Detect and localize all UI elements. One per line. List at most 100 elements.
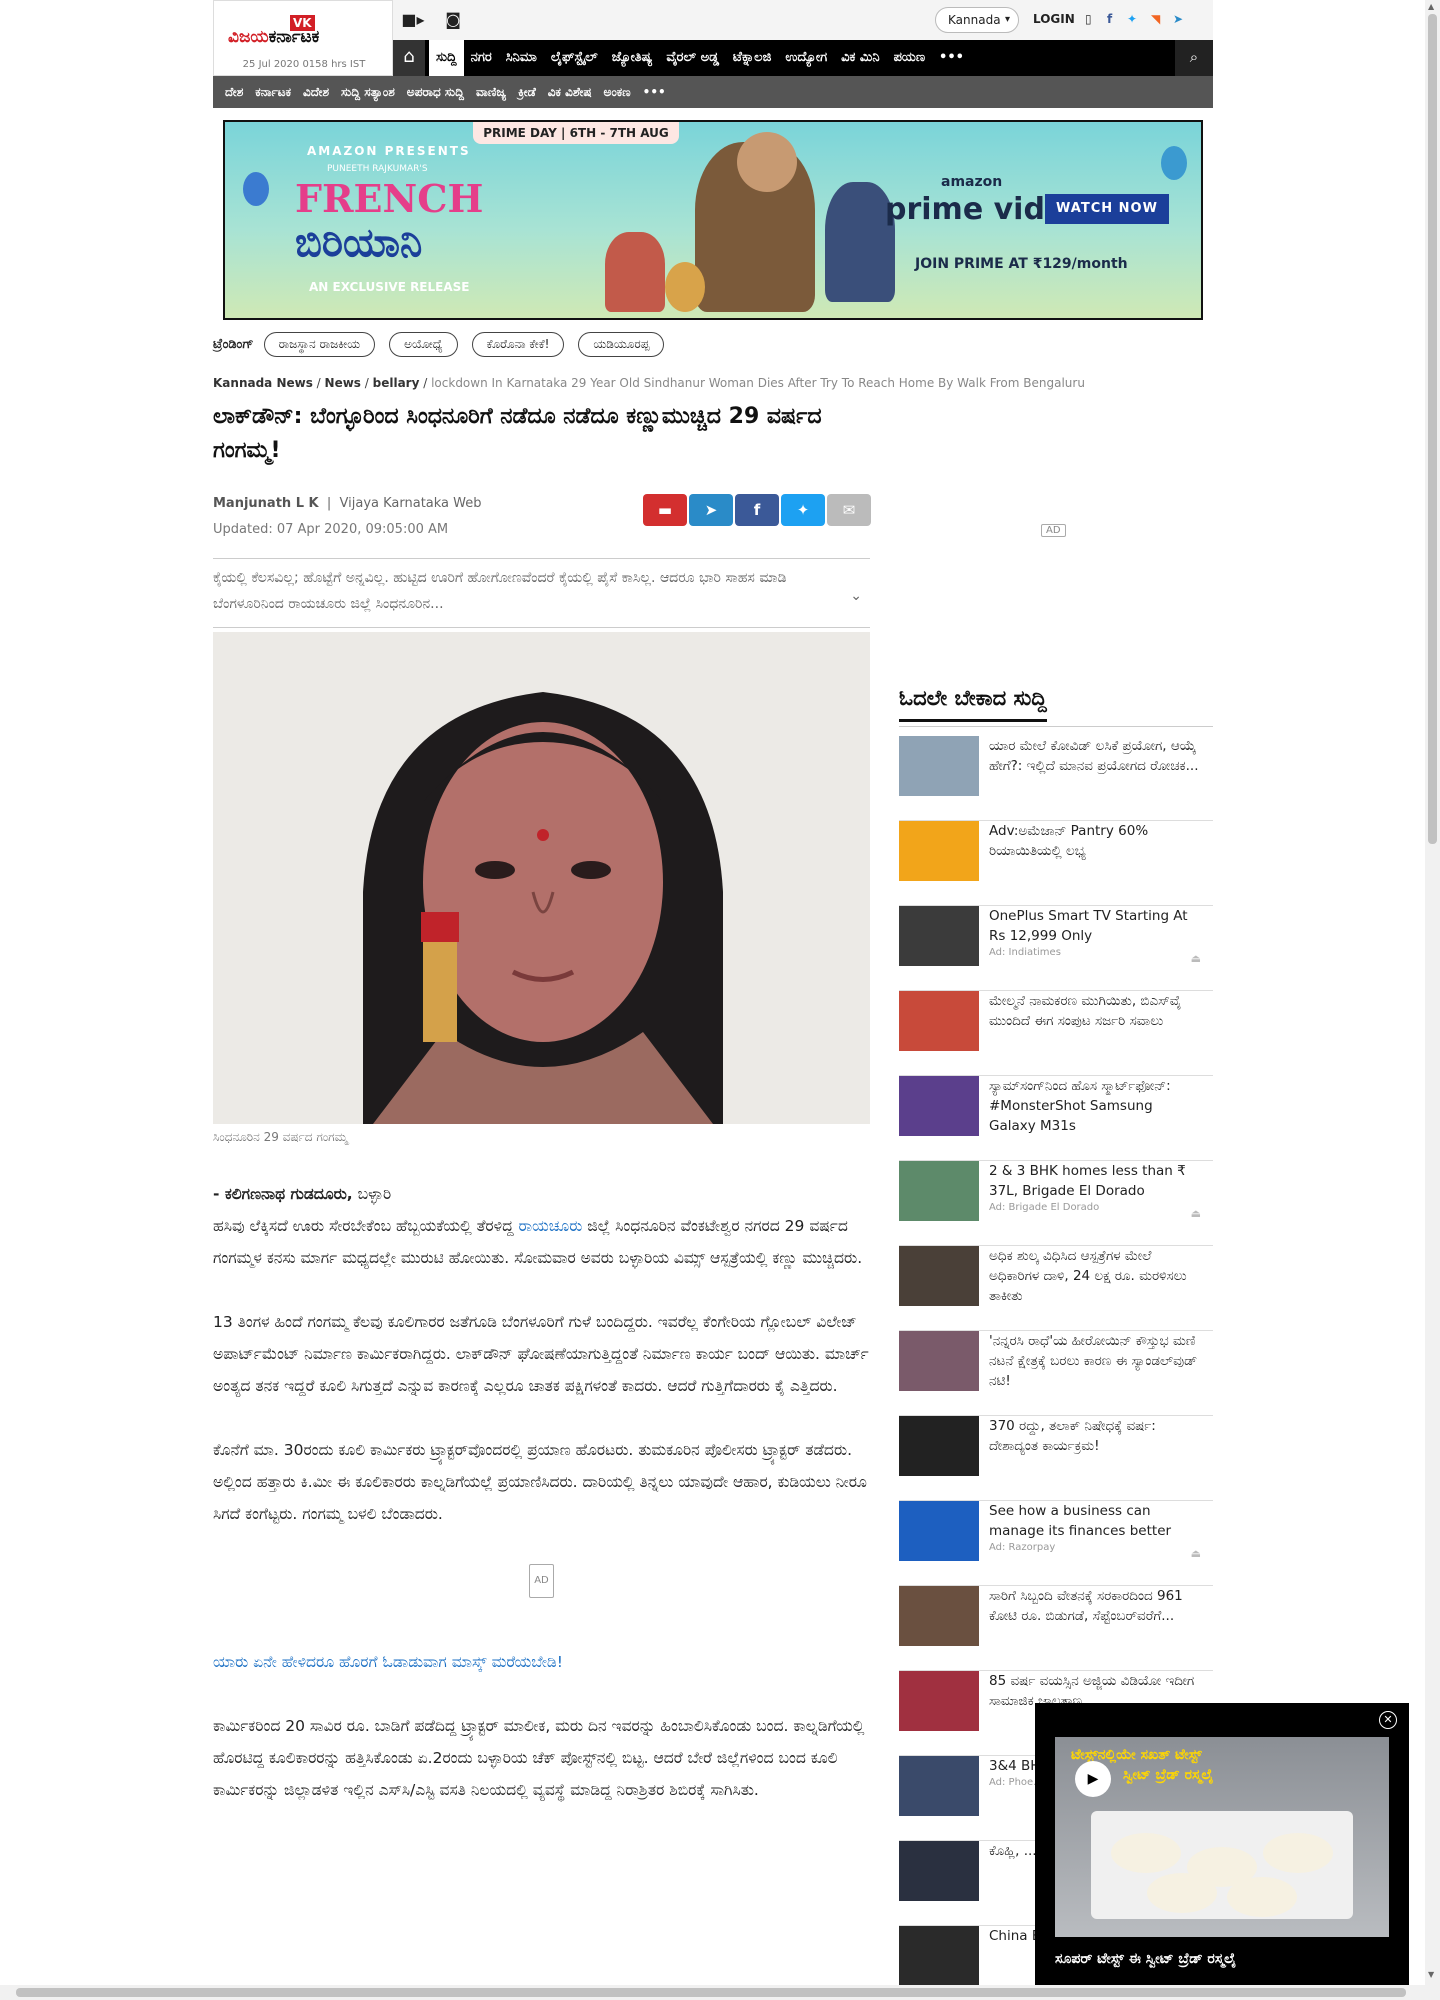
related-article-link[interactable]: ಯಾರು ಏನೇ ಹೇಳಿದರೂ ಹೊರಗೆ ಓಡಾಡುವಾಗ ಮಾಸ್ಕ್ ಮ…	[213, 1646, 870, 1678]
video-player[interactable]: ಟೇಸ್ಟ್‌ನಲ್ಲಿಯೇ ಸಖತ್ ಟೇಸ್ಟ್ ಸ್ವೀಟ್ ಬ್ರೆಡ್ …	[1055, 1737, 1389, 1937]
subnav-item[interactable]: •••	[637, 76, 672, 108]
subnav-item[interactable]: ದೇಶ	[219, 76, 249, 108]
chevron-down-icon[interactable]: ⌄	[850, 583, 862, 609]
author-link[interactable]: Manjunath L K	[213, 496, 319, 511]
subnav-item[interactable]: ಅಪರಾಧ ಸುದ್ದಿ	[401, 76, 470, 108]
nav-item[interactable]: ವಿಕ ಮಿನಿ	[834, 40, 886, 76]
thumbnail	[899, 1671, 979, 1731]
watch-now-button[interactable]: WATCH NOW	[1045, 194, 1169, 224]
subnav-item[interactable]: ಸುದ್ದಿ ಸತ್ಯಾಂಶ	[335, 76, 401, 108]
search-icon[interactable]: ⌕	[1175, 40, 1213, 76]
play-icon[interactable]: ▶	[1075, 1761, 1111, 1797]
trending-pill[interactable]: ಕೊರೊನಾ ಕೇಕೆ!	[471, 332, 565, 357]
vertical-scrollbar[interactable]: ▲ ▼	[1425, 0, 1440, 2000]
breadcrumb-current: lockdown In Karnataka 29 Year Old Sindha…	[431, 376, 1085, 390]
nav-item[interactable]: ಪಯಣ	[887, 40, 932, 76]
nav-item[interactable]: ಜ್ಯೋತಿಷ್ಯ	[605, 40, 660, 76]
inline-link[interactable]: ರಾಯಚೂರು	[518, 1217, 582, 1235]
login-link[interactable]: LOGIN	[1033, 12, 1075, 26]
subnav-item[interactable]: ಕ್ರೀಡೆ	[512, 76, 542, 108]
list-item[interactable]: ⏏ OnePlus Smart TV Starting At Rs 12,999 …	[899, 906, 1213, 991]
twitter-share-icon[interactable]: ✦	[781, 494, 825, 526]
horizontal-scrollbar[interactable]	[0, 1985, 1425, 2000]
subnav-item[interactable]: ವಾಣಿಜ್ಯ	[470, 76, 512, 108]
breadcrumb-item[interactable]: Kannada News	[213, 376, 313, 390]
list-item[interactable]: 'ನನ್ನರಸಿ ರಾಧೆ'ಯ ಹೀರೋಯಿನ್ ಕೌಸ್ತುಭ ಮಣಿ ನಟನ…	[899, 1331, 1213, 1416]
sidebar: AD ಓದಲೇ ಬೇಕಾದ ಸುದ್ದಿ ಯಾರ ಮೇಲೆ ಕೋವಿಡ್ ಲಸಿ…	[899, 440, 1213, 1986]
sidebar-ad[interactable]: AD	[899, 440, 1213, 620]
thumbnail	[899, 1841, 979, 1901]
trending-pill[interactable]: ಅಯೋಧ್ಯೆ	[389, 332, 458, 357]
page: VK ವಿಜಯಕರ್ನಾಟಕ 25 Jul 2020 0158 hrs IST …	[213, 0, 1213, 1986]
list-item-title: ಸಾರಿಗೆ ಸಿಬ್ಬಂದಿ ವೇತನಕ್ಕೆ ಸರಕಾರದಿಂದ 961 ಕ…	[989, 1588, 1183, 1624]
list-item-title: See how a business can manage its financ…	[989, 1501, 1199, 1555]
breadcrumb-item[interactable]: bellary	[373, 376, 420, 390]
nav-item[interactable]: ವೈರಲ್ ಅಡ್ಡ	[659, 40, 726, 76]
twitter-icon[interactable]: ✦	[1127, 12, 1137, 26]
banner-exclusive: AN EXCLUSIVE RELEASE	[309, 280, 470, 294]
nav-item[interactable]: ಲೈಫ್‌ಸ್ಟೈಲ್	[544, 40, 605, 76]
video-icon[interactable]: ■▸	[401, 10, 425, 29]
ad-label: AD	[1041, 524, 1066, 537]
site-logo[interactable]: VK ವಿಜಯಕರ್ನಾಟಕ 25 Jul 2020 0158 hrs IST	[213, 0, 393, 76]
list-item[interactable]: 370 ರದ್ದು, ತಲಾಕ್ ನಿಷೇಧಕ್ಕೆ ವರ್ಷ: ದೇಶಾದ್ಯ…	[899, 1416, 1213, 1501]
mail-share-icon[interactable]: ✉	[827, 494, 871, 526]
list-item[interactable]: ಅಧಿಕ ಶುಲ್ಕ ವಿಧಿಸಿದ ಆಸ್ಪತ್ರೆಗಳ ಮೇಲೆ ಅಧಿಕಾ…	[899, 1246, 1213, 1331]
thumbnail	[899, 821, 979, 881]
thumbnail	[899, 991, 979, 1051]
article-body: - ಕಲಿಗಣನಾಥ ಗುಡದೂರು, ಬಳ್ಳಾರಿ ಹಸಿವು ಲೆಕ್ಕಿಸ…	[213, 1178, 870, 1838]
thumbnail	[899, 1161, 979, 1221]
trending-pill[interactable]: ಯಡಿಯೂರಪ್ಪ	[578, 332, 665, 357]
nav-item[interactable]: ಸಿನಿಮಾ	[499, 40, 544, 76]
facebook-share-icon[interactable]: f	[735, 494, 779, 526]
ad-label: AD	[529, 1564, 554, 1598]
inline-ad: AD	[213, 1562, 870, 1598]
article-photo	[213, 632, 870, 1124]
camera-icon[interactable]: ◙	[441, 10, 465, 29]
nav-item[interactable]: ನಗರ	[464, 40, 499, 76]
facebook-icon[interactable]: f	[1107, 12, 1112, 26]
trending-pill[interactable]: ರಾಜಸ್ಥಾನ ರಾಜಕೀಯ	[263, 332, 376, 357]
mobile-icon[interactable]: ▯	[1085, 12, 1092, 26]
subnav-item[interactable]: ವಿದೇಶ	[297, 76, 335, 108]
list-item[interactable]: ಸಾರಿಗೆ ಸಿಬ್ಬಂದಿ ವೇತನಕ್ಕೆ ಸರಕಾರದಿಂದ 961 ಕ…	[899, 1586, 1213, 1671]
telegram-share-icon[interactable]: ➤	[689, 494, 733, 526]
list-item-title: ಮೇಲ್ಮನೆ ನಾಮಕರಣ ಮುಗಿಯಿತು, ಬಿಎಸ್‌ವೈ ಮುಂದಿದ…	[989, 993, 1182, 1029]
list-item[interactable]: ಮೇಲ್ಮನೆ ನಾಮಕರಣ ಮುಗಿಯಿತು, ಬಿಎಸ್‌ವೈ ಮುಂದಿದ…	[899, 991, 1213, 1076]
telegram-icon[interactable]: ➤	[1173, 12, 1183, 26]
subnav-item[interactable]: ಕರ್ನಾಟಕ	[249, 76, 297, 108]
thumbnail	[899, 1076, 979, 1136]
chevron-down-icon: ▾	[1004, 14, 1010, 25]
rss-icon[interactable]: ◥	[1151, 12, 1160, 26]
list-item[interactable]: ಯಾರ ಮೇಲೆ ಕೋವಿಡ್ ಲಸಿಕೆ ಪ್ರಯೋಗ, ಆಯ್ಕೆ ಹೇಗೆ…	[899, 736, 1213, 821]
publisher: Vijaya Karnataka Web	[339, 496, 482, 511]
thumbnail	[899, 1501, 979, 1561]
video-popup[interactable]: ✕ ಟೇಸ್ಟ್‌ನಲ್ಲಿಯೇ ಸಖತ್ ಟೇಸ್ಟ್ ಸ್ವೀಟ್ ಬ್ರೆಡ…	[1035, 1703, 1409, 1985]
language-select[interactable]: Kannada ▾	[935, 7, 1019, 33]
list-item[interactable]: ⏏ 2 & 3 BHK homes less than ₹ 37L, Brigad…	[899, 1161, 1213, 1246]
home-icon[interactable]: ⌂	[393, 40, 425, 76]
list-item-title: 2 & 3 BHK homes less than ₹ 37L, Brigade…	[989, 1161, 1199, 1215]
breadcrumb-item[interactable]: News	[325, 376, 361, 390]
list-item[interactable]: ಸ್ಯಾಮ್‌ಸಂಗ್‌ನಿಂದ ಹೊಸ ಸ್ಮಾರ್ಟ್‌ಫೋನ್: #Mon…	[899, 1076, 1213, 1161]
banner-ad[interactable]: PRIME DAY | 6TH - 7TH AUG AMAZON PRESENT…	[223, 120, 1203, 320]
list-item-title: 370 ರದ್ದು, ತಲಾಕ್ ನಿಷೇಧಕ್ಕೆ ವರ್ಷ: ದೇಶಾದ್ಯ…	[989, 1418, 1156, 1454]
list-item[interactable]: ⏏ See how a business can manage its finan…	[899, 1501, 1213, 1586]
nav-item[interactable]: ಸುದ್ದಿ	[429, 40, 464, 76]
primary-nav: ⌂ ಸುದ್ದಿ ನಗರ ಸಿನಿಮಾ ಲೈಫ್‌ಸ್ಟೈಲ್ ಜ್ಯೋತಿಷ್ಯ ವೈರ…	[393, 40, 1213, 76]
nav-item[interactable]: ಟೆಕ್ನಾಲಜಿ	[726, 40, 778, 76]
nav-item[interactable]: •••	[932, 40, 971, 76]
thumbnail	[899, 1246, 979, 1306]
thumbnail	[899, 736, 979, 796]
article-paragraph: ಕೊನೆಗೆ ಮಾ. 30ರಂದು ಕೂಲಿ ಕಾರ್ಮಿಕರು ಟ್ರ್ಯಾಕ…	[213, 1441, 867, 1523]
list-item[interactable]: Adv:ಅಮೆಜಾನ್ Pantry 60% ರಿಯಾಯಿತಿಯಲ್ಲಿ ಲಭ್…	[899, 821, 1213, 906]
close-icon[interactable]: ✕	[1379, 1711, 1397, 1729]
trending-label: ಟ್ರೆಂಡಿಂಗ್	[213, 337, 254, 352]
comment-icon[interactable]: ▬	[643, 494, 687, 526]
subnav-item[interactable]: ವಿಕ ವಿಶೇಷ	[542, 76, 598, 108]
article-summary[interactable]: ಕೈಯಲ್ಲಿ ಕೆಲಸವಿಲ್ಲ; ಹೊಟ್ಟೆಗೆ ಅನ್ನವಿಲ್ಲ. ಹ…	[213, 558, 870, 628]
nav-item[interactable]: ಉದ್ಯೋಗ	[778, 40, 834, 76]
subnav-item[interactable]: ಅಂಕಣ	[598, 76, 637, 108]
thumbnail	[899, 1586, 979, 1646]
list-item-title: OnePlus Smart TV Starting At Rs 12,999 O…	[989, 906, 1199, 960]
